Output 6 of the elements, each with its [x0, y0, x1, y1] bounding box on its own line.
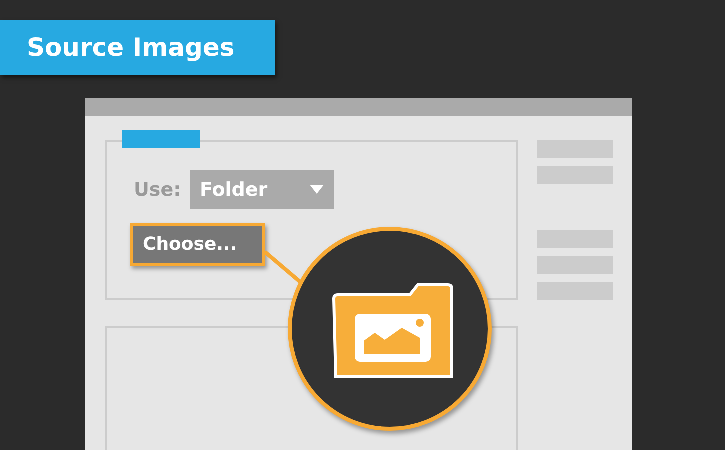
banner-title: Source Images: [27, 33, 235, 62]
use-label: Use:: [133, 178, 182, 200]
folder-image-icon: [330, 283, 454, 379]
caret-icon: [310, 185, 324, 194]
folder-dropdown[interactable]: Folder: [190, 170, 334, 209]
choose-button[interactable]: Choose...: [130, 223, 265, 266]
